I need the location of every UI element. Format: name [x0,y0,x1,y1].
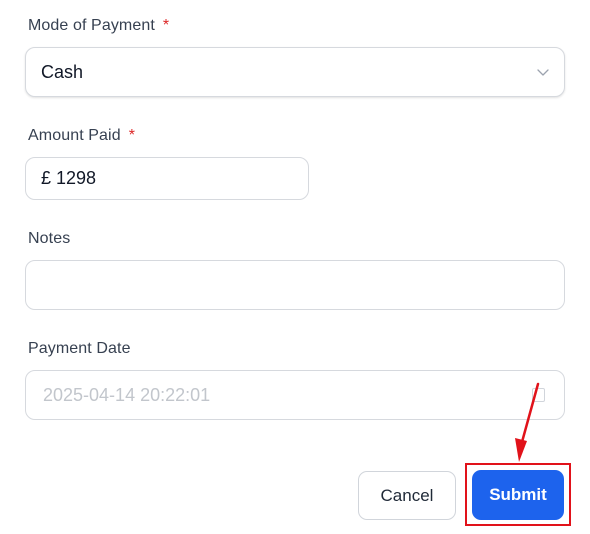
payment-date-value: 2025-04-14 20:22:01 [43,384,211,405]
mode-of-payment-value: Cash [41,61,84,82]
payment-date-input[interactable]: 2025-04-14 20:22:01 [25,370,565,420]
amount-paid-value: £ 1298 [41,168,97,188]
required-asterisk: * [128,127,136,144]
cancel-button[interactable]: Cancel [358,471,456,520]
required-asterisk: * [162,17,170,34]
chevron-down-icon [537,69,549,76]
amount-paid-label-text: Amount Paid [28,127,121,144]
mode-of-payment-label-text: Mode of Payment [28,17,155,34]
payment-form: Mode of Payment * Cash Amount Paid * £ 129… [0,0,590,534]
amount-paid-label: Amount Paid * [28,127,135,145]
calendar-icon[interactable] [532,388,545,402]
submit-button[interactable]: Submit [472,470,564,520]
notes-label: Notes [28,230,71,247]
notes-input[interactable] [25,260,565,310]
mode-of-payment-label: Mode of Payment * [28,17,169,35]
mode-of-payment-select[interactable]: Cash [25,47,565,97]
payment-date-label: Payment Date [28,340,131,357]
amount-paid-input[interactable]: £ 1298 [25,157,309,200]
